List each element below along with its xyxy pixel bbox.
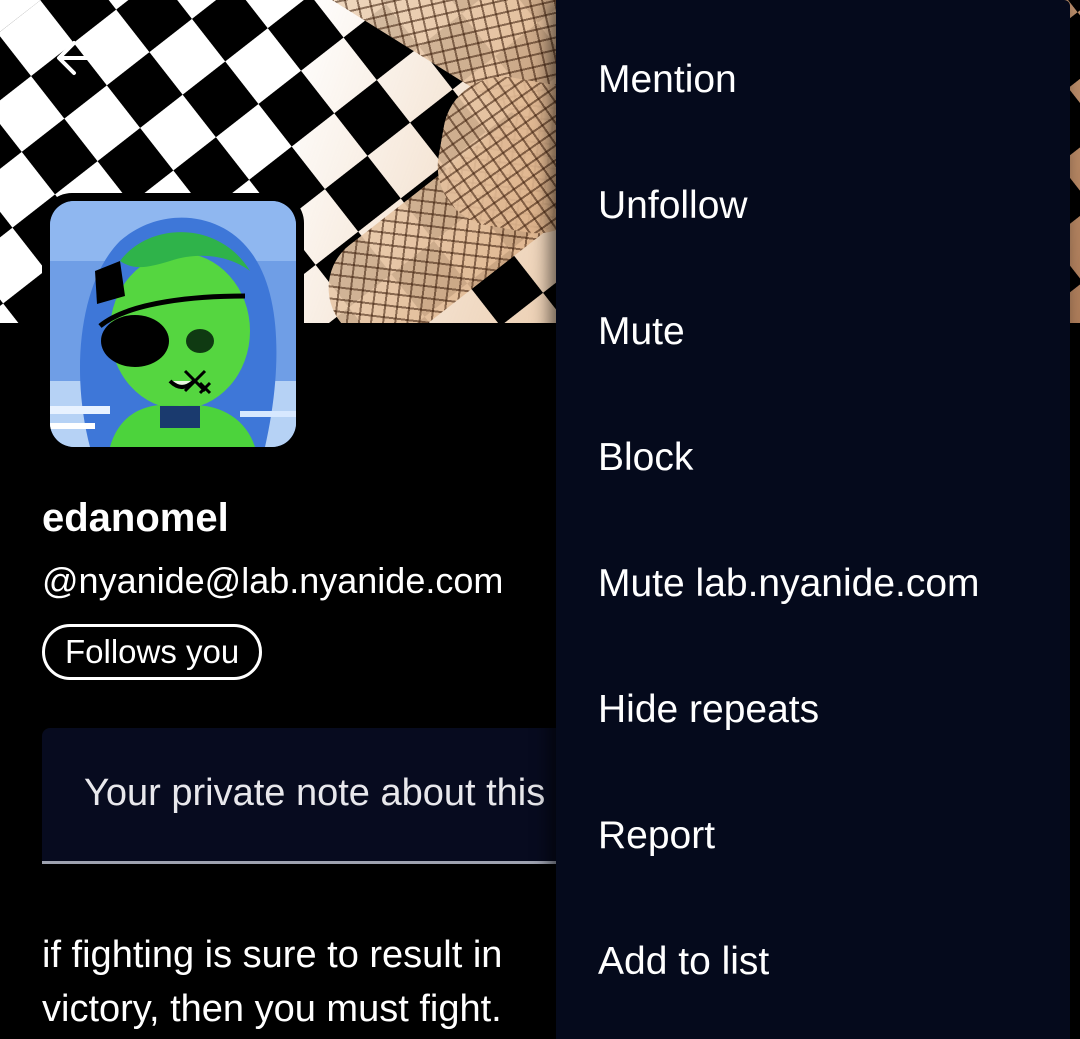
menu-item-block[interactable]: Block: [556, 395, 1070, 521]
avatar[interactable]: [42, 193, 304, 455]
avatar-image: [50, 201, 296, 447]
menu-item-unfollow[interactable]: Unfollow: [556, 143, 1070, 269]
menu-item-hide-repeats[interactable]: Hide repeats: [556, 647, 1070, 773]
menu-item-mute-domain[interactable]: Mute lab.nyanide.com: [556, 521, 1070, 647]
account-handle: @nyanide@lab.nyanide.com: [42, 560, 504, 601]
display-name: edanomel: [42, 496, 229, 540]
private-note-placeholder: Your private note about this account: [84, 772, 602, 814]
menu-item-report[interactable]: Report: [556, 773, 1070, 899]
menu-item-mute[interactable]: Mute: [556, 269, 1070, 395]
arrow-left-icon: [57, 41, 96, 75]
follows-you-badge: Follows you: [42, 624, 263, 680]
back-button[interactable]: [48, 30, 104, 86]
profile-bio: if fighting is sure to result in victory…: [42, 934, 503, 1030]
menu-item-add-to-list[interactable]: Add to list: [556, 899, 1070, 1025]
menu-item-mention[interactable]: Mention: [556, 17, 1070, 143]
account-options-menu: Mention Unfollow Mute Block Mute lab.nya…: [556, 0, 1070, 1039]
private-note-field[interactable]: Your private note about this account: [42, 728, 602, 864]
